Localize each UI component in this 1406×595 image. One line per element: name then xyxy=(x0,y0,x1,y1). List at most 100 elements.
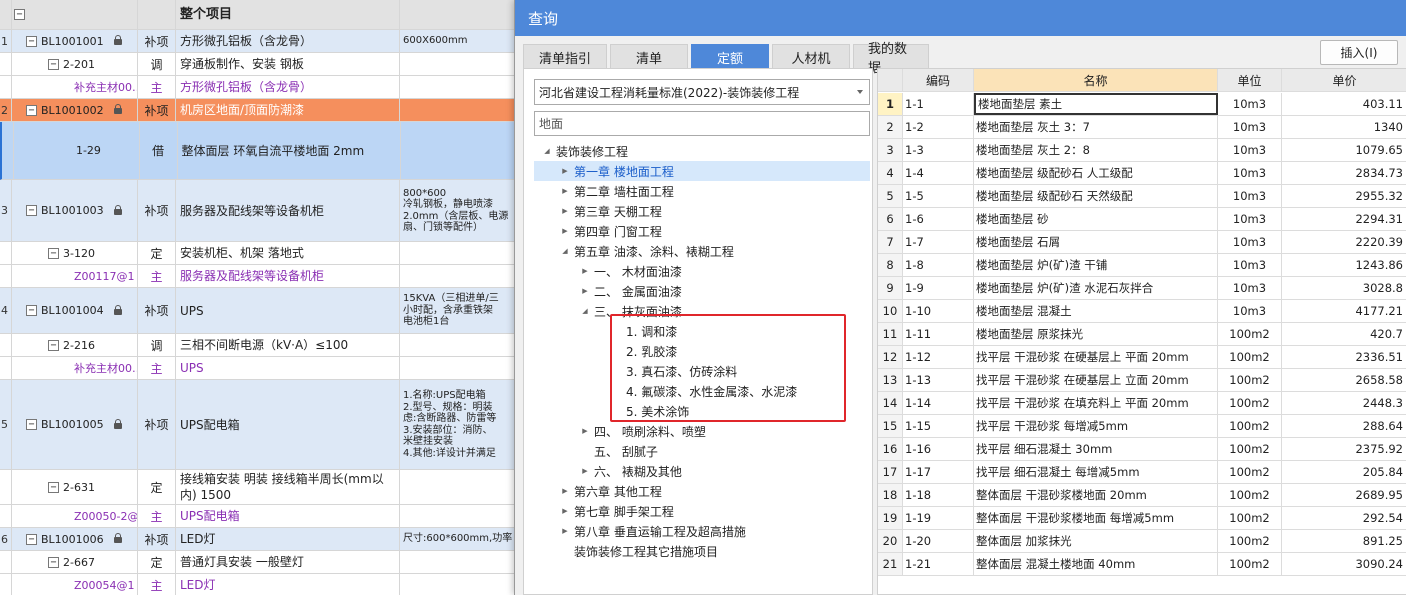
collapse-toggle-icon[interactable]: − xyxy=(26,533,37,545)
quota-unit: 10m3 xyxy=(1218,93,1282,115)
table-row[interactable]: 11 1-11 楼地面垫层 原浆抹光 100m2 420.7 xyxy=(878,323,1406,346)
expand-arrow-icon[interactable]: ▶ xyxy=(560,167,570,175)
collapse-toggle-icon[interactable]: − xyxy=(26,305,37,316)
tab-1[interactable]: 清单 xyxy=(610,44,688,70)
collapse-arrow-icon[interactable]: ◢ xyxy=(542,147,552,155)
expand-arrow-icon[interactable]: ▶ xyxy=(560,187,570,195)
table-row[interactable]: 21 1-21 整体面层 混凝土楼地面 40mm 100m2 3090.24 xyxy=(878,553,1406,576)
tree-node[interactable]: ◢ 第五章 油漆、涂料、裱糊工程 xyxy=(534,241,870,261)
tree-node[interactable]: ▶ 第六章 其他工程 xyxy=(534,481,870,501)
expand-arrow-icon[interactable]: ▶ xyxy=(560,487,570,495)
tab-4[interactable]: 我的数据 xyxy=(853,42,929,76)
insert-button[interactable]: 插入(I) xyxy=(1320,40,1398,65)
grid-row[interactable]: 1− BL1001001 补项 方形微孔铝板（含龙骨） 600X600mm xyxy=(0,30,519,53)
collapse-toggle-icon[interactable]: − xyxy=(48,247,59,259)
grid-row[interactable]: 1-29 借整体面层 环氧自流平楼地面 2mm xyxy=(0,122,519,180)
grid-row[interactable]: −3-120 定安装机柜、机架 落地式 xyxy=(0,242,519,265)
grid-row[interactable]: −2-216 调三相不间断电源（kV·A）≤100 xyxy=(0,334,519,357)
table-row[interactable]: 13 1-13 找平层 干混砂浆 在硬基层上 立面 20mm 100m2 2658.58 xyxy=(878,369,1406,392)
column-header-price[interactable]: 单价 xyxy=(1282,69,1406,91)
tree-node[interactable]: ▶ 四、 喷刷涂料、喷塑 xyxy=(534,421,870,441)
tab-0[interactable]: 清单指引 xyxy=(523,44,607,70)
tree-node[interactable]: 3. 真石漆、仿砖涂料 xyxy=(534,361,870,381)
tab-3[interactable]: 人材机 xyxy=(772,44,850,70)
expand-arrow-icon[interactable]: ▶ xyxy=(580,427,590,435)
column-header-unit[interactable]: 单位 xyxy=(1218,69,1282,91)
table-row[interactable]: 16 1-16 找平层 细石混凝土 30mm 100m2 2375.92 xyxy=(878,438,1406,461)
library-select[interactable]: 河北省建设工程消耗量标准(2022)-装饰装修工程 xyxy=(534,79,870,105)
table-row[interactable]: 17 1-17 找平层 细石混凝土 每增减5mm 100m2 205.84 xyxy=(878,461,1406,484)
tree-node[interactable]: ▶ 一、 木材面油漆 xyxy=(534,261,870,281)
table-row[interactable]: 19 1-19 整体面层 干混砂浆楼地面 每增减5mm 100m2 292.54 xyxy=(878,507,1406,530)
collapse-arrow-icon[interactable]: ◢ xyxy=(560,247,570,255)
grid-row[interactable]: −2-201 调穿通板制作、安装 钢板 xyxy=(0,53,519,76)
expand-arrow-icon[interactable]: ▶ xyxy=(560,507,570,515)
table-row[interactable]: 1 1-1 楼地面垫层 素土 10m3 403.11 xyxy=(878,93,1406,116)
table-row[interactable]: 3 1-3 楼地面垫层 灰土 2：8 10m3 1079.65 xyxy=(878,139,1406,162)
table-row[interactable]: 14 1-14 找平层 干混砂浆 在填充料上 平面 20mm 100m2 2448.3 xyxy=(878,392,1406,415)
collapse-toggle-icon[interactable]: − xyxy=(26,205,37,216)
expand-arrow-icon[interactable]: ▶ xyxy=(580,267,590,275)
table-row[interactable]: 10 1-10 楼地面垫层 混凝土 10m3 4177.21 xyxy=(878,300,1406,323)
collapse-toggle-icon[interactable]: − xyxy=(26,419,37,430)
tree-node[interactable]: ▶ 第七章 脚手架工程 xyxy=(534,501,870,521)
tree-node[interactable]: ▶ 六、 裱糊及其他 xyxy=(534,461,870,481)
grid-row[interactable]: 3− BL1001003 补项 服务器及配线架等设备机柜 800*600 冷轧钢板，静电喷… xyxy=(0,180,519,242)
table-row[interactable]: 20 1-20 整体面层 加浆抹光 100m2 891.25 xyxy=(878,530,1406,553)
grid-row[interactable]: −2-667 定普通灯具安装 一般壁灯 xyxy=(0,551,519,574)
row-number xyxy=(0,505,12,527)
table-row[interactable]: 12 1-12 找平层 干混砂浆 在硬基层上 平面 20mm 100m2 2336.51 xyxy=(878,346,1406,369)
expand-arrow-icon[interactable]: ▶ xyxy=(560,227,570,235)
grid-row[interactable]: 6− BL1001006 补项 LED灯 尺寸:600*600mm,功率 xyxy=(0,528,519,551)
tree-node[interactable]: 1. 调和漆 xyxy=(534,321,870,341)
collapse-toggle-icon[interactable]: − xyxy=(26,35,37,47)
tree-node[interactable]: 4. 氟碳漆、水性金属漆、水泥漆 xyxy=(534,381,870,401)
table-row[interactable]: 9 1-9 楼地面垫层 炉(矿)渣 水泥石灰拌合 10m3 3028.8 xyxy=(878,277,1406,300)
table-row[interactable]: 7 1-7 楼地面垫层 石屑 10m3 2220.39 xyxy=(878,231,1406,254)
collapse-toggle-icon[interactable]: − xyxy=(48,481,59,493)
tree-node[interactable]: ▶ 第一章 楼地面工程 xyxy=(534,161,870,181)
tree-node[interactable]: 2. 乳胶漆 xyxy=(534,341,870,361)
tree-node[interactable]: ▶ 第八章 垂直运输工程及超高措施 xyxy=(534,521,870,541)
column-header-code[interactable]: 编码 xyxy=(903,69,974,91)
grid-row[interactable]: −2-631 定接线箱安装 明装 接线箱半周长(mm以内) 1500 xyxy=(0,470,519,505)
grid-row[interactable]: 补充主材00… 主 UPS xyxy=(0,357,519,380)
tree-node[interactable]: 五、 刮腻子 xyxy=(534,441,870,461)
grid-row[interactable]: Z00117@1 主服务器及配线架等设备机柜 xyxy=(0,265,519,288)
expand-arrow-icon[interactable]: ▶ xyxy=(560,207,570,215)
grid-row[interactable]: 补充主材00… 主方形微孔铝板（含龙骨） xyxy=(0,76,519,99)
collapse-toggle-icon[interactable]: − xyxy=(48,556,59,568)
table-row[interactable]: 6 1-6 楼地面垫层 砂 10m3 2294.31 xyxy=(878,208,1406,231)
tree-node[interactable]: ▶ 第四章 门窗工程 xyxy=(534,221,870,241)
tree-node[interactable]: 5. 美术涂饰 xyxy=(534,401,870,421)
tree-node[interactable]: ▶ 二、 金属面油漆 xyxy=(534,281,870,301)
collapse-toggle-icon[interactable]: − xyxy=(14,9,25,20)
search-input[interactable] xyxy=(534,111,870,136)
grid-row[interactable]: Z00054@1 主 LED灯 xyxy=(0,574,519,595)
table-row[interactable]: 5 1-5 楼地面垫层 级配砂石 天然级配 10m3 2955.32 xyxy=(878,185,1406,208)
collapse-toggle-icon[interactable]: − xyxy=(48,339,59,351)
expand-arrow-icon[interactable]: ▶ xyxy=(580,287,590,295)
grid-row[interactable]: Z00050-2@1主UPS配电箱 xyxy=(0,505,519,528)
table-row[interactable]: 4 1-4 楼地面垫层 级配砂石 人工级配 10m3 2834.73 xyxy=(878,162,1406,185)
tree-node[interactable]: ◢ 装饰装修工程 xyxy=(534,141,870,161)
table-row[interactable]: 18 1-18 整体面层 干混砂浆楼地面 20mm 100m2 2689.95 xyxy=(878,484,1406,507)
table-row[interactable]: 15 1-15 找平层 干混砂浆 每增减5mm 100m2 288.64 xyxy=(878,415,1406,438)
collapse-toggle-icon[interactable]: − xyxy=(26,104,37,116)
expand-arrow-icon[interactable]: ▶ xyxy=(580,467,590,475)
table-row[interactable]: 8 1-8 楼地面垫层 炉(矿)渣 干铺 10m3 1243.86 xyxy=(878,254,1406,277)
table-row[interactable]: 2 1-2 楼地面垫层 灰土 3：7 10m3 1340 xyxy=(878,116,1406,139)
feature-line: 冷轧钢板，静电喷漆 xyxy=(403,199,493,210)
collapse-toggle-icon[interactable]: − xyxy=(48,58,59,70)
column-header-name[interactable]: 名称 xyxy=(974,69,1218,91)
tree-node[interactable]: ◢ 三、 抹灰面油漆 xyxy=(534,301,870,321)
tree-node[interactable]: ▶ 第三章 天棚工程 xyxy=(534,201,870,221)
tree-node[interactable]: ▶ 第二章 墙柱面工程 xyxy=(534,181,870,201)
grid-row[interactable]: 4− BL1001004 补项 UPS 15KVA（三相进单/三 小时配，含承重铁架 电池柜… xyxy=(0,288,519,334)
tab-2[interactable]: 定额 xyxy=(691,44,769,70)
expand-arrow-icon[interactable]: ▶ xyxy=(560,527,570,535)
tree-node[interactable]: 装饰装修工程其它措施项目 xyxy=(534,541,870,561)
grid-row[interactable]: 5− BL1001005 补项 UPS配电箱 1.名称:UPS配电箱 2.型号、规格：明装… xyxy=(0,380,519,470)
collapse-arrow-icon[interactable]: ◢ xyxy=(580,307,590,315)
grid-row[interactable]: 2− BL1001002 补项 机房区地面/顶面防潮漆 xyxy=(0,99,519,122)
